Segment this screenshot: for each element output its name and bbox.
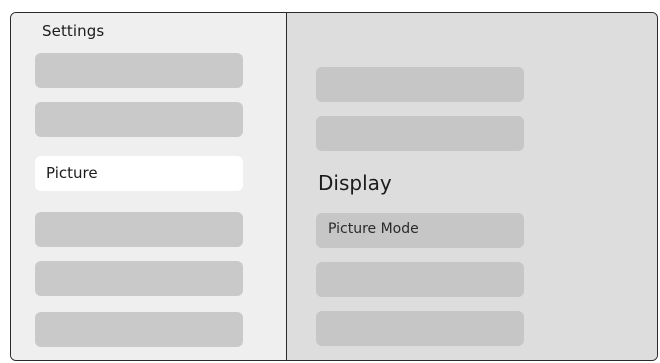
settings-sidebar: Settings Picture — [11, 13, 287, 360]
display-item-2[interactable] — [316, 116, 524, 151]
display-item-4[interactable] — [316, 262, 524, 297]
sidebar-item-picture[interactable]: Picture — [35, 156, 243, 191]
display-item-5[interactable] — [316, 311, 524, 346]
sidebar-title: Settings — [42, 22, 105, 40]
sidebar-item-label: Picture — [46, 164, 98, 182]
sidebar-item-6[interactable] — [35, 312, 243, 347]
sidebar-item-2[interactable] — [35, 102, 243, 137]
section-heading: Display — [318, 171, 392, 195]
sidebar-item-1[interactable] — [35, 53, 243, 88]
display-item-1[interactable] — [316, 67, 524, 102]
display-panel: Display Picture Mode — [287, 13, 657, 360]
display-item-picture-mode[interactable]: Picture Mode — [316, 213, 524, 248]
settings-window: Settings Picture Display Picture Mode — [10, 12, 658, 361]
sidebar-item-4[interactable] — [35, 212, 243, 247]
display-item-label: Picture Mode — [328, 221, 419, 237]
sidebar-item-5[interactable] — [35, 261, 243, 296]
